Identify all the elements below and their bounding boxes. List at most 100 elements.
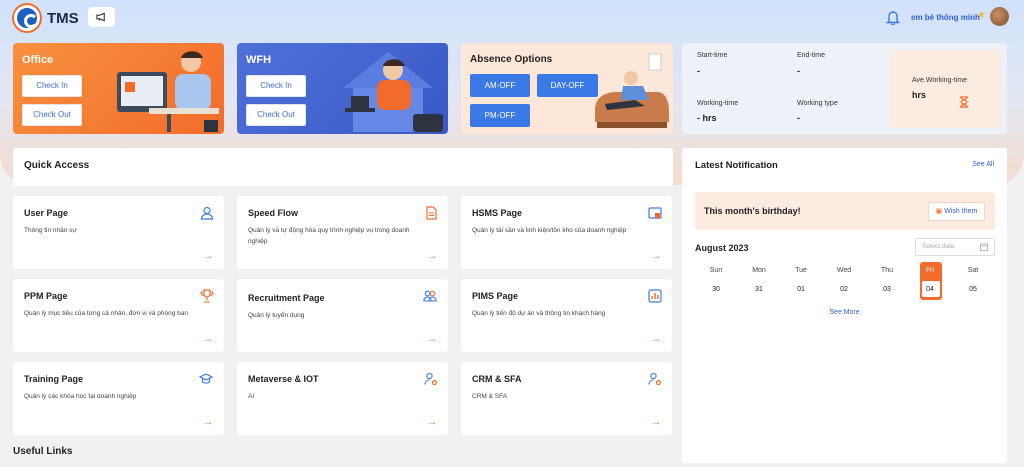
calendar-day[interactable]: 31 — [746, 286, 772, 293]
arrow-right-icon[interactable]: → — [651, 251, 661, 262]
bell-icon[interactable] — [886, 10, 900, 25]
tile-description: Quản lý mục tiêu của từng cá nhân, đơn v… — [24, 310, 188, 317]
wfh-check-out-button[interactable]: Check Out — [246, 104, 306, 126]
see-more-link[interactable]: See More — [682, 309, 1007, 316]
crm-sfa-tile[interactable]: CRM & SFA CRM & SFA → — [461, 362, 672, 435]
tile-description: CRM & SFA — [472, 393, 508, 400]
tile-description: Quản lý tài sản và linh kiện/tồn kho của… — [472, 227, 627, 234]
wish-them-button[interactable]: ▣ Wish them — [928, 202, 985, 221]
arrow-right-icon[interactable]: → — [427, 334, 437, 345]
tile-title: Metaverse & IOT — [248, 374, 319, 384]
office-illustration — [117, 51, 219, 132]
month-label: August 2023 — [695, 243, 749, 253]
arrow-right-icon[interactable]: → — [427, 251, 437, 262]
useful-links-title: Useful Links — [13, 446, 73, 457]
training-page-tile[interactable]: Training Page Quản lý các khóa học tại d… — [13, 362, 224, 435]
chart-icon — [648, 289, 662, 303]
app-title: TMS — [47, 10, 79, 27]
people-icon — [423, 290, 437, 302]
birthday-banner: This month's birthday! ▣ Wish them — [695, 192, 995, 230]
tile-title: Speed Flow — [248, 208, 299, 218]
arrow-right-icon[interactable]: → — [203, 334, 213, 345]
weekday-label: Tue — [795, 267, 807, 274]
relaxing-illustration — [595, 53, 669, 128]
recruitment-page-tile[interactable]: Recruitment Page Quản lý tuyển dụng → — [237, 279, 448, 352]
quick-access-header: Quick Access — [13, 148, 673, 186]
user-gear-icon — [424, 372, 438, 386]
arrow-right-icon[interactable]: → — [203, 251, 213, 262]
wfh-title: WFH — [246, 54, 272, 66]
tile-title: Training Page — [24, 374, 84, 384]
document-icon — [426, 206, 437, 220]
am-off-button[interactable]: AM-OFF — [470, 74, 530, 97]
calendar-day[interactable]: 02 — [831, 286, 857, 293]
app-logo[interactable] — [14, 5, 40, 31]
weekday-label: Thu — [880, 267, 894, 274]
avatar[interactable] — [990, 7, 1009, 26]
working-time-value: - hrs — [697, 113, 717, 123]
pm-off-button[interactable]: PM-OFF — [470, 104, 530, 127]
inventory-icon — [648, 207, 662, 219]
tile-title: PPM Page — [24, 291, 68, 301]
notification-panel: Latest Notification See All This month's… — [682, 148, 1007, 463]
office-card: Office Check In Check Out — [13, 43, 224, 134]
see-all-link[interactable]: See All — [972, 161, 994, 168]
weekday-label: Mon — [752, 267, 766, 274]
average-working-value: hrs — [912, 90, 927, 100]
date-picker[interactable]: Select date — [915, 238, 995, 256]
tile-title: Recruitment Page — [248, 293, 325, 303]
tile-description: Thông tin nhân sự — [24, 227, 77, 234]
user-page-tile[interactable]: User Page Thông tin nhân sự → — [13, 196, 224, 269]
speed-flow-tile[interactable]: Speed Flow Quản lý và tự động hóa quy tr… — [237, 196, 448, 269]
weekday-label: Sat — [967, 267, 979, 274]
pims-page-tile[interactable]: PIMS Page Quản lý tiến độ dự án và thông… — [461, 279, 672, 352]
office-check-in-button[interactable]: Check In — [22, 75, 82, 97]
average-working-box: Ave.Working-time hrs — [891, 50, 1001, 128]
day-off-button[interactable]: DAY-OFF — [537, 74, 598, 97]
work-summary-panel: Start-time - End-time - Working-time - h… — [682, 43, 1007, 134]
calendar-icon — [980, 243, 988, 251]
wish-them-label: Wish them — [944, 208, 978, 215]
hourglass-icon — [960, 96, 968, 108]
user-name[interactable]: em bé thông minh — [911, 13, 980, 22]
user-icon — [200, 206, 214, 220]
wfh-card: WFH Check In Check Out — [237, 43, 448, 134]
working-type-value: - — [797, 113, 800, 123]
calendar-day[interactable]: 01 — [788, 286, 814, 293]
arrow-right-icon[interactable]: → — [651, 334, 661, 345]
tile-title: PIMS Page — [472, 291, 519, 301]
weekday-label: Fri — [925, 267, 935, 274]
calendar-day[interactable]: 03 — [874, 286, 900, 293]
quick-access-title: Quick Access — [24, 160, 90, 171]
metaverse-iot-tile[interactable]: Metaverse & IOT AI → — [237, 362, 448, 435]
working-type-label: Working type — [797, 100, 838, 107]
weekday-label: Sun — [709, 267, 723, 274]
calendar-day[interactable]: 05 — [960, 286, 986, 293]
arrow-right-icon[interactable]: → — [427, 417, 437, 428]
graduation-cap-icon — [198, 373, 214, 384]
end-time-label: End-time — [797, 52, 826, 59]
office-title: Office — [22, 54, 54, 66]
gift-icon: ▣ — [935, 208, 943, 215]
megaphone-icon — [96, 12, 105, 22]
calendar-day[interactable]: 30 — [703, 286, 729, 293]
birthday-text: This month's birthday! — [704, 206, 801, 216]
start-time-value: - — [697, 66, 700, 76]
ppm-page-tile[interactable]: PPM Page Quản lý mục tiêu của từng cá nh… — [13, 279, 224, 352]
notification-title: Latest Notification — [695, 160, 778, 171]
average-working-label: Ave.Working-time — [912, 77, 967, 84]
arrow-right-icon[interactable]: → — [651, 417, 661, 428]
star-icon: ★ — [977, 10, 986, 21]
tile-title: User Page — [24, 208, 69, 218]
calendar-day[interactable]: 04 — [917, 286, 943, 293]
tile-title: CRM & SFA — [472, 374, 522, 384]
arrow-right-icon[interactable]: → — [203, 417, 213, 428]
top-bar: TMS em bé thông minh ★ — [0, 0, 1024, 36]
hsms-page-tile[interactable]: HSMS Page Quản lý tài sản và linh kiện/t… — [461, 196, 672, 269]
start-time-label: Start-time — [697, 52, 728, 59]
wfh-check-in-button[interactable]: Check In — [246, 75, 306, 97]
absence-title: Absence Options — [470, 54, 553, 65]
announcement-button[interactable] — [88, 7, 115, 27]
working-time-label: Working-time — [697, 100, 739, 107]
office-check-out-button[interactable]: Check Out — [22, 104, 82, 126]
